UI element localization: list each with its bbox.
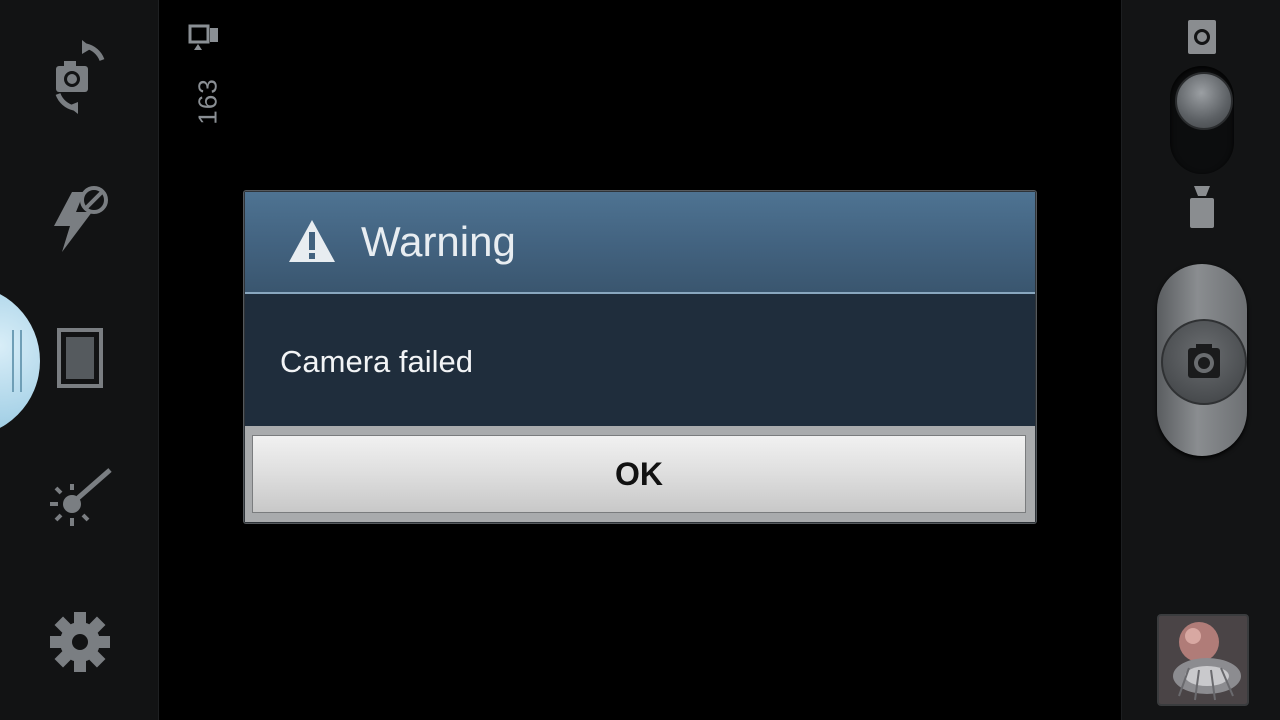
ok-button[interactable]: OK [252,435,1026,513]
settings-gear-icon [50,612,110,672]
camera-switch-icon [55,40,105,114]
exposure-icon [50,468,112,526]
dialog-header: Warning [245,192,1035,294]
drawer-grip [12,330,22,392]
dialog-message: Camera failed [280,344,473,379]
storage-device-icon [188,24,218,50]
dialog-body: Camera failed [245,294,1035,426]
camera-video-switch[interactable] [1170,66,1234,174]
camera-screen: 163 Warning Camera failed OK [0,0,1280,720]
flash-button[interactable] [40,176,120,256]
settings-button[interactable] [40,602,120,682]
switch-knob[interactable] [1175,72,1233,130]
shooting-mode-button[interactable] [40,318,120,398]
camera-mode-icon [1188,20,1216,54]
warning-dialog: Warning Camera failed OK [244,191,1036,523]
warning-triangle-icon [289,220,335,262]
dialog-title: Warning [361,218,516,265]
exposure-button[interactable] [40,462,120,542]
remaining-shots-count: 163 [192,78,223,125]
shooting-mode-icon [57,328,103,388]
left-toolbar [0,0,159,720]
flash-off-icon [54,186,108,252]
mode-drawer-tab[interactable] [0,285,40,437]
gallery-thumbnail[interactable] [1157,614,1249,706]
video-mode-icon [1190,186,1214,228]
thumbnail-image [1159,616,1247,704]
shutter-control [1157,264,1247,456]
right-panel [1121,0,1280,720]
camera-switch-button[interactable] [40,36,120,116]
camera-shutter-icon [1188,344,1220,378]
shutter-button[interactable] [1161,319,1247,405]
remaining-shots-indicator: 163 [186,22,226,125]
dialog-footer: OK [245,426,1035,522]
